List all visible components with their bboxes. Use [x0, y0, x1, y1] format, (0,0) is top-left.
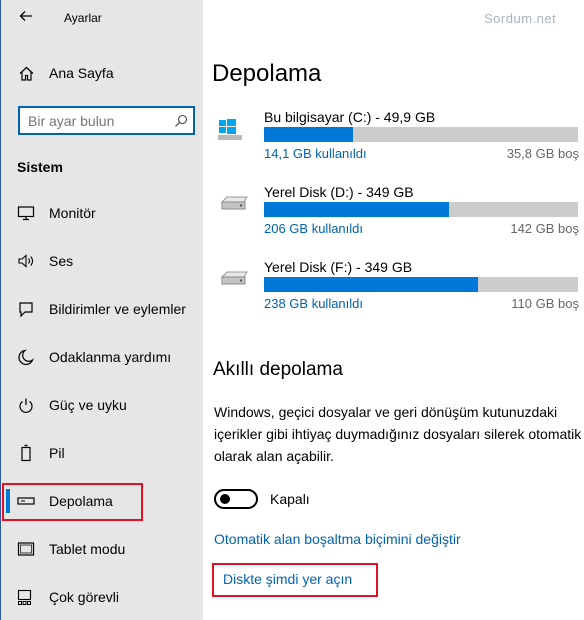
sidebar-item-notifications[interactable]: Bildirimler ve eylemler — [1, 289, 203, 329]
sidebar-item-multitasking[interactable]: Çok görevli — [1, 577, 203, 617]
power-icon — [17, 396, 35, 414]
sidebar-item-label: Tablet modu — [49, 541, 126, 557]
drive-free: 142 GB boş — [510, 221, 579, 236]
sidebar-item-home[interactable]: Ana Sayfa — [1, 53, 203, 93]
drive-used: 14,1 GB kullanıldı — [264, 146, 367, 161]
drive-name: Yerel Disk (F:) - 349 GB — [264, 259, 413, 275]
sidebar-item-label: Odaklanma yardımı — [49, 349, 172, 365]
drive-d[interactable]: Yerel Disk (D:) - 349 GB 206 GB kullanıl… — [214, 184, 579, 236]
drive-free: 35,8 GB boş — [506, 146, 579, 161]
drive-f[interactable]: Yerel Disk (F:) - 349 GB 238 GB kullanıl… — [214, 259, 579, 311]
drive-name: Yerel Disk (D:) - 349 GB — [264, 184, 414, 200]
free-up-space-now-link[interactable]: Diskte şimdi yer açın — [223, 571, 352, 587]
back-arrow-icon[interactable] — [19, 9, 33, 23]
highlight-box-storage — [2, 483, 143, 521]
sidebar-item-tablet-mode[interactable]: Tablet modu — [1, 529, 203, 569]
drive-used: 238 GB kullanıldı — [264, 296, 364, 311]
page-title: Depolama — [212, 60, 322, 87]
home-icon — [17, 64, 35, 82]
toggle-state-label: Kapalı — [270, 491, 310, 507]
multitask-icon — [17, 588, 35, 606]
drive-usage-bar — [264, 202, 578, 217]
sidebar-item-label: Pil — [49, 445, 65, 461]
search-box[interactable] — [18, 106, 195, 135]
search-input[interactable] — [28, 112, 168, 130]
smart-storage-description: Windows, geçici dosyalar ve geri dönüşüm… — [214, 404, 582, 464]
change-auto-free-link[interactable]: Otomatik alan boşaltma biçimini değiştir — [214, 531, 461, 547]
notification-icon — [17, 300, 35, 318]
toggle-knob — [220, 494, 230, 504]
tablet-icon — [17, 540, 35, 558]
battery-icon — [17, 444, 35, 462]
smart-storage-heading: Akıllı depolama — [213, 359, 343, 380]
sidebar-item-sound[interactable]: Ses — [1, 241, 203, 281]
watermark: Sordum.net — [484, 11, 557, 26]
sidebar-item-focus-assist[interactable]: Odaklanma yardımı — [1, 337, 203, 377]
search-icon[interactable] — [174, 114, 188, 128]
drive-usage-fill — [264, 127, 353, 142]
settings-window: Ayarlar Ana Sayfa Sistem Monitör Ses — [0, 0, 584, 620]
windows-drive-icon — [217, 117, 251, 140]
sidebar-section-title: Sistem — [17, 159, 63, 175]
smart-storage-toggle[interactable] — [214, 489, 258, 509]
sidebar-item-battery[interactable]: Pil — [1, 433, 203, 473]
drive-usage-bar — [264, 127, 578, 142]
sidebar-item-power-sleep[interactable]: Güç ve uyku — [1, 385, 203, 425]
drive-c[interactable]: Bu bilgisayar (C:) - 49,9 GB 14,1 GB kul… — [214, 109, 579, 161]
sidebar-item-label: Güç ve uyku — [49, 397, 127, 413]
drive-usage-fill — [264, 202, 450, 217]
monitor-icon — [17, 204, 35, 222]
sidebar-item-label: Ana Sayfa — [49, 65, 114, 81]
sidebar-item-label: Bildirimler ve eylemler — [49, 301, 186, 317]
drive-name: Bu bilgisayar (C:) - 49,9 GB — [264, 109, 436, 125]
sidebar-item-monitor[interactable]: Monitör — [1, 193, 203, 233]
sidebar-item-label: Monitör — [49, 205, 96, 221]
moon-icon — [17, 348, 35, 366]
hard-drive-icon — [217, 192, 251, 214]
sidebar-item-label: Çok görevli — [49, 589, 120, 605]
drive-free: 110 GB boş — [511, 296, 579, 311]
drive-usage-bar — [264, 277, 578, 292]
drive-usage-fill — [264, 277, 479, 292]
sidebar: Ayarlar Ana Sayfa Sistem Monitör Ses — [1, 0, 203, 620]
speaker-icon — [17, 252, 35, 270]
sidebar-item-label: Ses — [49, 253, 74, 269]
window-title: Ayarlar — [64, 11, 102, 25]
drive-used: 206 GB kullanıldı — [264, 221, 364, 236]
hard-drive-icon — [217, 267, 251, 289]
